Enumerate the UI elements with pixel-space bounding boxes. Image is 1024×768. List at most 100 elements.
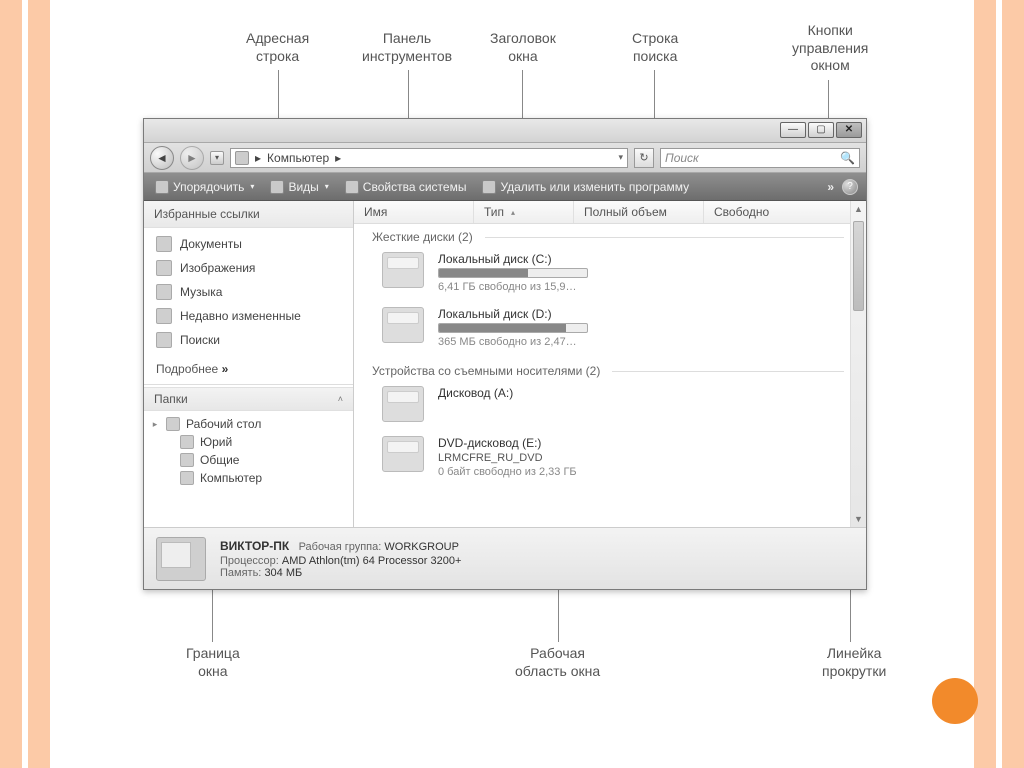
desktop-icon xyxy=(166,417,180,431)
drive-freespace: 0 байт свободно из 2,33 ГБ xyxy=(438,466,856,478)
refresh-button[interactable]: ↻ xyxy=(634,148,654,168)
vertical-scrollbar[interactable]: ▲ ▼ xyxy=(850,201,866,527)
drive-label: Дисковод (A:) xyxy=(438,386,856,400)
forward-button[interactable]: ► xyxy=(180,146,204,170)
breadcrumb-item[interactable]: Компьютер xyxy=(267,151,329,165)
drive-c[interactable]: Локальный диск (C:) 6,41 ГБ свободно из … xyxy=(354,248,866,303)
anno-workarea: Рабочаяобласть окна xyxy=(515,645,600,680)
sidebar-more[interactable]: Подробнее » xyxy=(144,356,353,382)
hdd-icon xyxy=(382,252,424,288)
breadcrumb-sep: ▸ xyxy=(335,151,341,165)
help-icon[interactable]: ? xyxy=(842,179,858,195)
computer-icon xyxy=(235,151,249,165)
computer-icon xyxy=(345,180,359,194)
sidebar-item-music[interactable]: Музыка xyxy=(144,280,353,304)
history-dropdown[interactable]: ▾ xyxy=(210,151,224,165)
decor-stripe xyxy=(974,0,996,768)
uninstall-icon xyxy=(482,180,496,194)
capacity-bar xyxy=(438,323,588,333)
chevron-up-icon: ˄ xyxy=(338,394,343,404)
tree-computer[interactable]: Компьютер xyxy=(150,469,347,487)
computer-icon xyxy=(180,471,194,485)
computer-large-icon xyxy=(156,537,206,581)
column-headers: Имя Тип Полный объем Свободно xyxy=(354,201,866,224)
scroll-down-icon[interactable]: ▼ xyxy=(851,511,866,527)
explorer-window: — ▢ ✕ ◄ ► ▾ ▸ Компьютер ▸ ▾ ↻ Поиск 🔍 Уп… xyxy=(143,118,867,590)
sidebar-item-label: Недавно измененные xyxy=(180,309,301,323)
decor-stripe xyxy=(28,0,50,768)
titlebar[interactable]: — ▢ ✕ xyxy=(144,119,866,143)
sidebar: Избранные ссылки Документы Изображения М… xyxy=(144,201,354,527)
sidebar-item-searches[interactable]: Поиски xyxy=(144,328,353,352)
picture-icon xyxy=(156,260,172,276)
nav-row: ◄ ► ▾ ▸ Компьютер ▸ ▾ ↻ Поиск 🔍 xyxy=(144,143,866,173)
drive-label: Локальный диск (D:) xyxy=(438,307,856,321)
decor-dot xyxy=(932,678,978,724)
col-total[interactable]: Полный объем xyxy=(574,201,704,223)
drive-a[interactable]: Дисковод (A:) xyxy=(354,382,866,432)
uninstall-program-button[interactable]: Удалить или изменить программу xyxy=(475,176,696,198)
main-pane: Имя Тип Полный объем Свободно Жесткие ди… xyxy=(354,201,866,527)
close-button[interactable]: ✕ xyxy=(836,122,862,138)
search-placeholder: Поиск xyxy=(665,151,699,165)
folder-tree: ▸Рабочий стол Юрий Общие Компьютер xyxy=(144,411,353,491)
search-icon: 🔍 xyxy=(840,151,855,165)
tree-public[interactable]: Общие xyxy=(150,451,347,469)
views-icon xyxy=(270,180,284,194)
drive-e[interactable]: DVD-дисковод (E:) LRMCFRE_RU_DVD 0 байт … xyxy=(354,432,866,480)
col-type[interactable]: Тип xyxy=(474,201,574,223)
maximize-button[interactable]: ▢ xyxy=(808,122,834,138)
tree-user[interactable]: Юрий xyxy=(150,433,347,451)
scroll-thumb[interactable] xyxy=(853,221,864,311)
tree-desktop[interactable]: ▸Рабочий стол xyxy=(150,415,347,433)
drive-d[interactable]: Локальный диск (D:) 365 МБ свободно из 2… xyxy=(354,303,866,358)
anno-line xyxy=(828,80,829,122)
anno-scrollbar: Линейкапрокрутки xyxy=(822,645,886,680)
toolbar: Упорядочить▾ Виды▾ Свойства системы Удал… xyxy=(144,173,866,201)
col-name[interactable]: Имя xyxy=(354,201,474,223)
col-free[interactable]: Свободно xyxy=(704,201,866,223)
drive-freespace: 6,41 ГБ свободно из 15,9… xyxy=(438,281,856,293)
anno-address: Адреснаястрока xyxy=(246,30,309,65)
folders-header[interactable]: Папки˄ xyxy=(144,387,353,411)
views-button[interactable]: Виды▾ xyxy=(263,176,335,198)
organize-button[interactable]: Упорядочить▾ xyxy=(148,176,261,198)
anno-toolbar: Панельинструментов xyxy=(362,30,452,65)
capacity-bar xyxy=(438,268,588,278)
sidebar-item-label: Документы xyxy=(180,237,242,251)
dvd-icon xyxy=(382,436,424,472)
computer-name: ВИКТОР-ПК xyxy=(220,539,289,553)
decor-stripe xyxy=(1002,0,1024,768)
sidebar-item-label: Музыка xyxy=(180,285,222,299)
back-button[interactable]: ◄ xyxy=(150,146,174,170)
search-input[interactable]: Поиск 🔍 xyxy=(660,148,860,168)
folder-icon xyxy=(155,180,169,194)
sidebar-item-recent[interactable]: Недавно измененные xyxy=(144,304,353,328)
scroll-up-icon[interactable]: ▲ xyxy=(851,201,866,217)
toolbar-overflow[interactable]: » xyxy=(827,180,834,194)
anno-winbtns: Кнопкиуправленияокном xyxy=(792,22,868,75)
sidebar-item-label: Поиски xyxy=(180,333,220,347)
sidebar-item-label: Изображения xyxy=(180,261,255,275)
music-icon xyxy=(156,284,172,300)
system-properties-button[interactable]: Свойства системы xyxy=(338,176,474,198)
hdd-icon xyxy=(382,307,424,343)
anno-search: Строкапоиска xyxy=(632,30,678,65)
floppy-icon xyxy=(382,386,424,422)
search-folder-icon xyxy=(156,332,172,348)
drive-label: DVD-дисковод (E:) xyxy=(438,436,856,450)
sidebar-item-pictures[interactable]: Изображения xyxy=(144,256,353,280)
address-dropdown-icon[interactable]: ▾ xyxy=(618,152,623,163)
divider xyxy=(144,384,353,385)
drive-label: Локальный диск (C:) xyxy=(438,252,856,266)
anno-title: Заголовококна xyxy=(490,30,556,65)
drive-volume-label: LRMCFRE_RU_DVD xyxy=(438,452,856,464)
group-removable[interactable]: Устройства со съемными носителями (2)˄ xyxy=(354,358,866,382)
group-hdd[interactable]: Жесткие диски (2)˄ xyxy=(354,224,866,248)
anno-border: Границаокна xyxy=(186,645,240,680)
anno-line xyxy=(522,70,523,122)
sidebar-item-documents[interactable]: Документы xyxy=(144,232,353,256)
address-bar[interactable]: ▸ Компьютер ▸ ▾ xyxy=(230,148,628,168)
minimize-button[interactable]: — xyxy=(780,122,806,138)
recent-icon xyxy=(156,308,172,324)
